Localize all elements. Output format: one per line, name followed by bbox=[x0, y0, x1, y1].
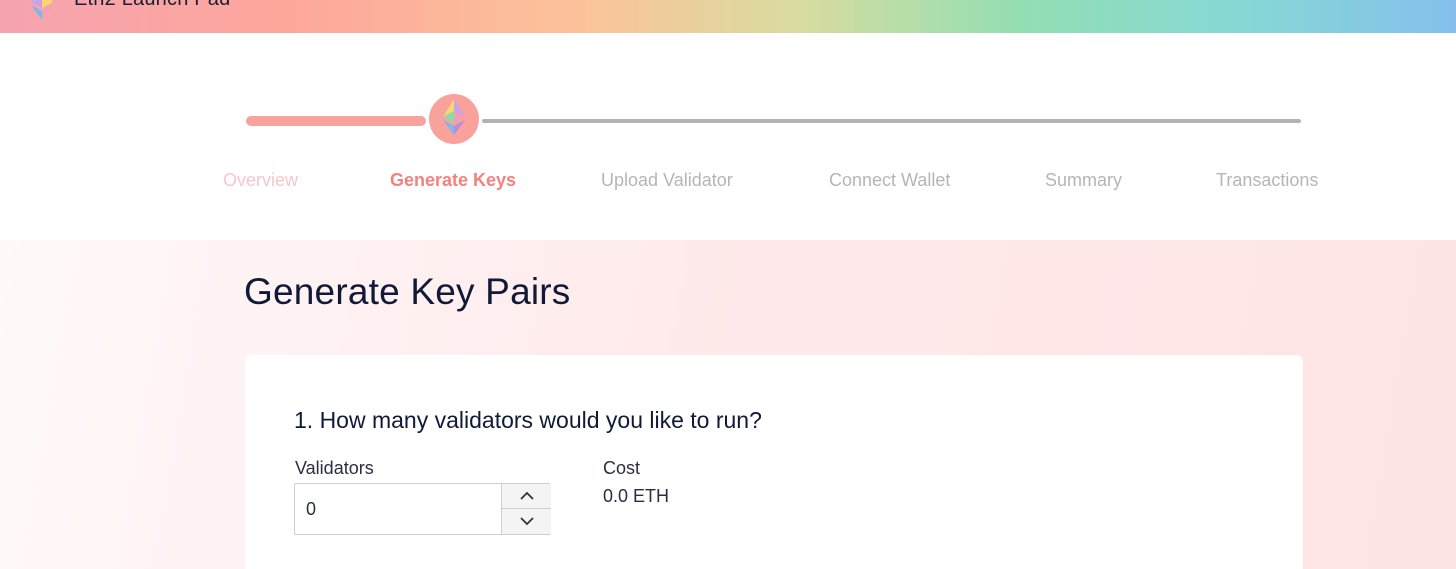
step-upload-validator[interactable]: Upload Validator bbox=[601, 170, 733, 191]
decrement-button[interactable] bbox=[502, 509, 551, 534]
step-transactions[interactable]: Transactions bbox=[1216, 170, 1318, 191]
step-summary[interactable]: Summary bbox=[1045, 170, 1122, 191]
question-heading: 1. How many validators would you like to… bbox=[294, 407, 762, 433]
top-header: Eth2 Launch Pad bbox=[0, 0, 1456, 33]
ethereum-icon bbox=[443, 98, 465, 140]
cost-value: 0.0 ETH bbox=[603, 486, 670, 506]
cost-label: Cost bbox=[603, 458, 641, 478]
eth2-logo-icon[interactable] bbox=[27, 0, 57, 20]
chevron-down-icon bbox=[519, 513, 534, 531]
app-title[interactable]: Eth2 Launch Pad bbox=[74, 0, 230, 11]
main-content: Generate Key Pairs 1. How many validator… bbox=[0, 240, 1456, 569]
validators-stepper[interactable] bbox=[294, 483, 551, 535]
page-title: Generate Key Pairs bbox=[244, 271, 571, 312]
step-overview[interactable]: Overview bbox=[223, 170, 298, 191]
spin-buttons bbox=[501, 484, 551, 534]
progress-stepper: Overview Generate Keys Upload Validator … bbox=[0, 33, 1456, 240]
validators-card: 1. How many validators would you like to… bbox=[245, 355, 1303, 569]
stepper-track-completed bbox=[246, 116, 426, 126]
step-connect-wallet[interactable]: Connect Wallet bbox=[829, 170, 950, 191]
current-step-node bbox=[429, 94, 479, 144]
validators-label: Validators bbox=[295, 458, 374, 478]
validators-input[interactable] bbox=[295, 484, 501, 534]
stepper-track-remaining bbox=[482, 119, 1301, 123]
step-generate-keys[interactable]: Generate Keys bbox=[390, 170, 516, 191]
chevron-up-icon bbox=[519, 487, 534, 505]
increment-button[interactable] bbox=[502, 484, 551, 509]
